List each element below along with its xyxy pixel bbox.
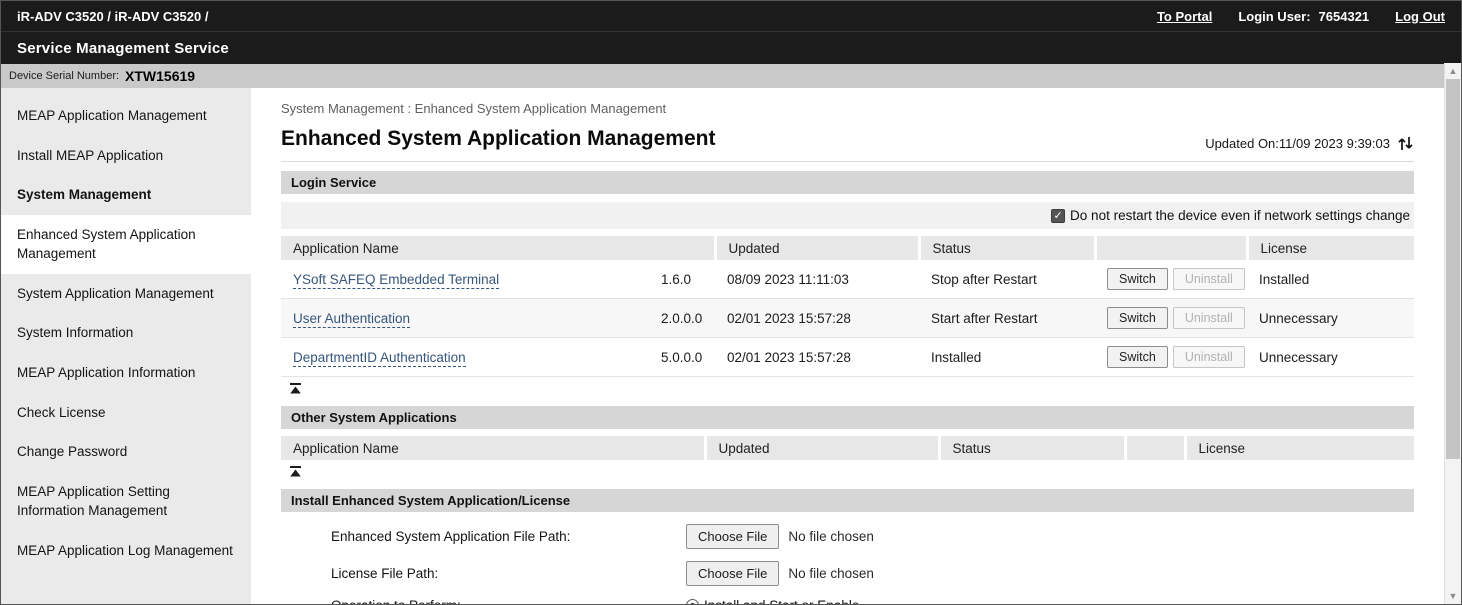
app-link-user-authentication[interactable]: User Authentication [293, 311, 410, 328]
sidebar-item-system-application-management[interactable]: System Application Management [1, 274, 251, 314]
column-actions [1125, 436, 1185, 460]
table-row: DepartmentID Authentication 5.0.0.0 02/0… [281, 338, 1414, 377]
column-status: Status [919, 236, 1095, 260]
esa-file-path-label: Enhanced System Application File Path: [331, 529, 686, 544]
app-license: Installed [1247, 260, 1414, 299]
app-updated: 02/01 2023 15:57:28 [715, 338, 919, 377]
sidebar-item-meap-application-management[interactable]: MEAP Application Management [1, 96, 251, 136]
app-link-ysoft-safeq[interactable]: YSoft SAFEQ Embedded Terminal [293, 272, 499, 289]
radio-icon[interactable] [686, 599, 699, 605]
other-system-applications-table: Application Name Updated Status License [281, 436, 1414, 460]
column-updated: Updated [705, 436, 939, 460]
page-title: Enhanced System Application Management [281, 127, 715, 151]
no-restart-checkbox-label: Do not restart the device even if networ… [1070, 208, 1410, 223]
app-license: Unnecessary [1247, 338, 1414, 377]
operation-option-label: Install and Start or Enable [704, 598, 859, 605]
sidebar-item-system-information[interactable]: System Information [1, 313, 251, 353]
app-version: 2.0.0.0 [649, 299, 715, 338]
column-application-name: Application Name [281, 436, 705, 460]
app-updated: 08/09 2023 11:11:03 [715, 260, 919, 299]
login-service-table: Application Name Updated Status License … [281, 236, 1414, 377]
device-title: iR-ADV C3520 / iR-ADV C3520 / [17, 9, 208, 24]
login-user: Login User: 7654321 [1238, 9, 1369, 24]
scroll-to-top-icon[interactable] [289, 383, 302, 394]
table-header-row: Application Name Updated Status License [281, 236, 1414, 260]
esa-choose-file-button[interactable]: Choose File [686, 524, 779, 549]
app-version: 5.0.0.0 [649, 338, 715, 377]
service-title-bar: Service Management Service [1, 31, 1461, 64]
app-status: Installed [919, 338, 1095, 377]
sidebar-item-meap-application-log-management[interactable]: MEAP Application Log Management [1, 531, 251, 571]
app-status: Start after Restart [919, 299, 1095, 338]
sidebar-section-system-management: System Management [1, 175, 251, 215]
serial-number-value: XTW15619 [125, 68, 195, 84]
login-service-section-header: Login Service [281, 171, 1414, 194]
operation-install-and-start-option[interactable]: Install and Start or Enable [686, 598, 859, 605]
column-application-name: Application Name [281, 236, 715, 260]
service-title: Service Management Service [17, 40, 229, 57]
table-header-row: Application Name Updated Status License [281, 436, 1414, 460]
uninstall-button: Uninstall [1173, 268, 1245, 290]
main-content: System Management : Enhanced System Appl… [251, 88, 1444, 605]
column-actions [1095, 236, 1247, 260]
sidebar: MEAP Application Management Install MEAP… [1, 88, 251, 605]
serial-bar: Device Serial Number: XTW15619 [1, 64, 1444, 88]
scroll-to-top-icon[interactable] [289, 466, 302, 477]
sidebar-item-enhanced-system-application-management[interactable]: Enhanced System Application Management [1, 215, 251, 274]
switch-button[interactable]: Switch [1107, 346, 1168, 368]
app-license: Unnecessary [1247, 299, 1414, 338]
service-management-window: iR-ADV C3520 / iR-ADV C3520 / To Portal … [0, 0, 1462, 605]
column-updated: Updated [715, 236, 919, 260]
app-status: Stop after Restart [919, 260, 1095, 299]
uninstall-button: Uninstall [1173, 307, 1245, 329]
license-file-chosen-text: No file chosen [788, 566, 874, 581]
restart-option-band: Do not restart the device even if networ… [281, 202, 1414, 229]
no-restart-checkbox[interactable] [1051, 209, 1065, 223]
app-updated: 02/01 2023 15:57:28 [715, 299, 919, 338]
sidebar-item-change-password[interactable]: Change Password [1, 432, 251, 472]
uninstall-button: Uninstall [1173, 346, 1245, 368]
sidebar-item-meap-application-setting-information-management[interactable]: MEAP Application Setting Information Man… [1, 472, 251, 531]
license-choose-file-button[interactable]: Choose File [686, 561, 779, 586]
install-section-header: Install Enhanced System Application/Lice… [281, 489, 1414, 512]
install-form: Enhanced System Application File Path: C… [281, 524, 1414, 605]
serial-number-label: Device Serial Number: [9, 70, 119, 82]
breadcrumb: System Management : Enhanced System Appl… [281, 101, 1414, 116]
to-register-update-software-link[interactable]: << To Register/Update Software [1, 592, 251, 605]
scrollbar-up-arrow[interactable]: ▲ [1445, 63, 1461, 79]
column-status: Status [939, 436, 1125, 460]
esa-file-chosen-text: No file chosen [788, 529, 874, 544]
sidebar-item-install-meap-application[interactable]: Install MEAP Application [1, 136, 251, 176]
switch-button[interactable]: Switch [1107, 268, 1168, 290]
login-user-label: Login User: [1238, 9, 1310, 24]
switch-button[interactable]: Switch [1107, 307, 1168, 329]
other-system-applications-section-header: Other System Applications [281, 406, 1414, 429]
updated-on-text: Updated On:11/09 2023 9:39:03 [1205, 136, 1390, 151]
vertical-scrollbar[interactable]: ▲ ▼ [1444, 63, 1461, 604]
license-file-path-label: License File Path: [331, 566, 686, 581]
scrollbar-down-arrow[interactable]: ▼ [1445, 588, 1461, 604]
scrollbar-thumb[interactable] [1446, 79, 1460, 459]
top-bar: iR-ADV C3520 / iR-ADV C3520 / To Portal … [1, 1, 1461, 31]
sidebar-item-check-license[interactable]: Check License [1, 393, 251, 433]
to-portal-link[interactable]: To Portal [1157, 9, 1212, 24]
logout-link[interactable]: Log Out [1395, 9, 1445, 24]
operation-to-perform-label: Operation to Perform: [331, 598, 686, 605]
login-user-value: 7654321 [1319, 9, 1370, 24]
sidebar-item-meap-application-information[interactable]: MEAP Application Information [1, 353, 251, 393]
table-row: User Authentication 2.0.0.0 02/01 2023 1… [281, 299, 1414, 338]
app-version: 1.6.0 [649, 260, 715, 299]
app-link-departmentid-authentication[interactable]: DepartmentID Authentication [293, 350, 466, 367]
table-row: YSoft SAFEQ Embedded Terminal 1.6.0 08/0… [281, 260, 1414, 299]
column-license: License [1185, 436, 1414, 460]
refresh-icon[interactable] [1397, 136, 1414, 151]
column-license: License [1247, 236, 1414, 260]
